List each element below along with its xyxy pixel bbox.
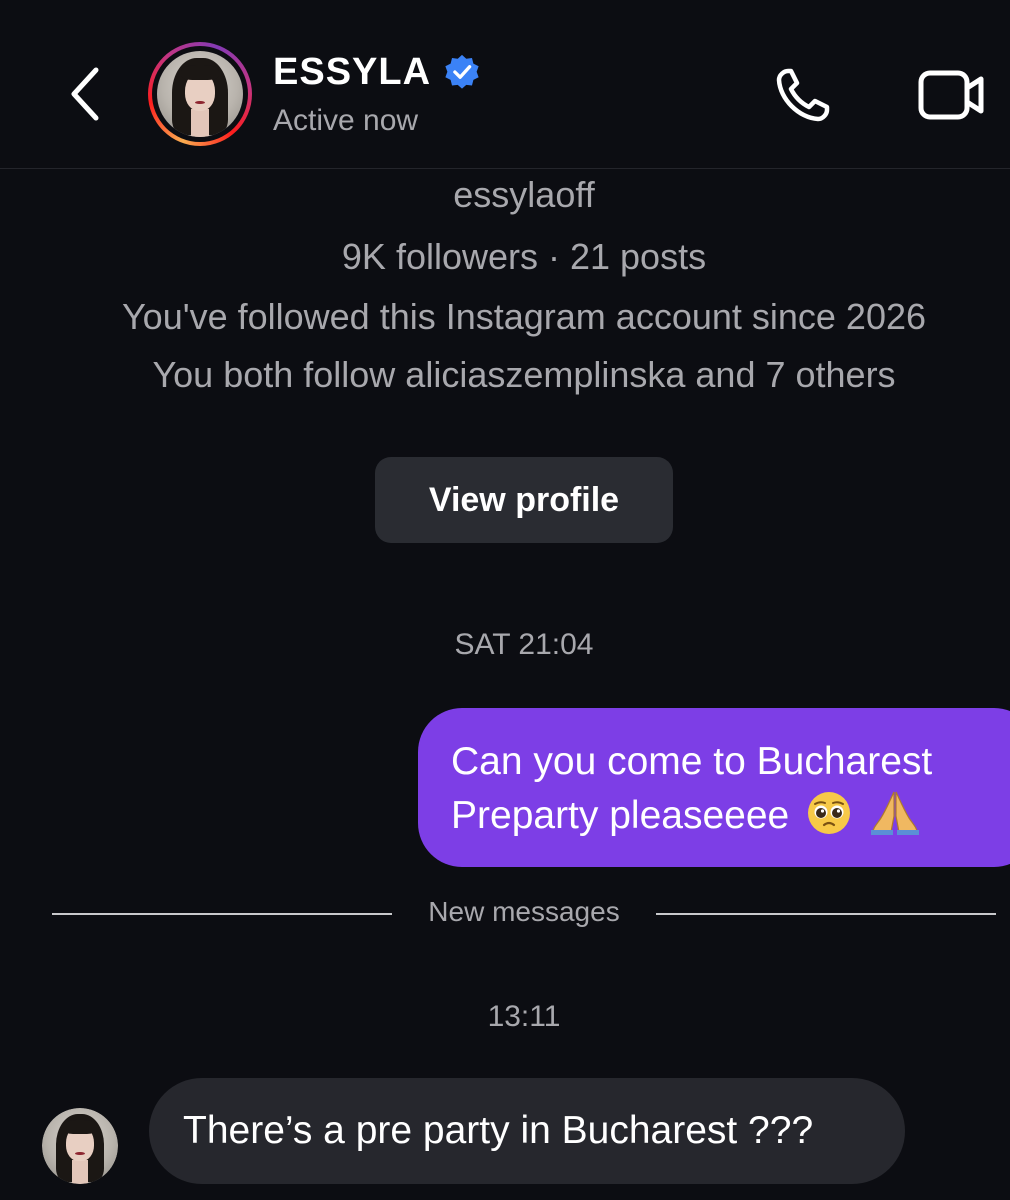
chevron-left-icon	[71, 67, 99, 121]
view-profile-button[interactable]: View profile	[375, 457, 673, 543]
avatar-image	[157, 51, 243, 137]
video-call-button[interactable]	[914, 62, 990, 128]
profile-avatar[interactable]	[148, 42, 252, 146]
sent-message-line-2: Preparty pleaseeee	[451, 788, 1008, 842]
message-timestamp: 13:11	[487, 1000, 561, 1033]
audio-call-button[interactable]	[770, 62, 836, 128]
follow-since-text: You've followed this Instagram account s…	[121, 296, 927, 337]
profile-stats: 9K followers · 21 posts	[341, 236, 707, 277]
new-messages-label: New messages	[428, 896, 620, 927]
message-timestamp: SAT 21:04	[454, 628, 594, 661]
received-message-text: There’s a pre party in Bucharest ???	[183, 1109, 814, 1152]
sender-avatar[interactable]	[42, 1108, 118, 1184]
divider-line	[52, 913, 392, 915]
sent-message-bubble[interactable]: Can you come to Bucharest Preparty pleas…	[418, 708, 1010, 867]
sent-message-line-1: Can you come to Bucharest	[451, 740, 933, 783]
phone-icon	[776, 68, 830, 122]
profile-username: essylaoff	[453, 174, 595, 215]
avatar-image	[42, 1108, 118, 1184]
back-button[interactable]	[58, 60, 114, 128]
video-camera-icon	[918, 70, 984, 120]
received-message-bubble[interactable]: There’s a pre party in Bucharest ???	[149, 1078, 905, 1184]
divider-line	[656, 913, 996, 915]
folded-hands-icon	[870, 791, 919, 835]
new-messages-divider: New messages	[52, 894, 996, 934]
mutual-follows-text: You both follow aliciaszemplinska and 7 …	[152, 354, 896, 395]
contact-name-row[interactable]: ESSYLA	[273, 50, 481, 94]
pleading-face-icon	[808, 792, 851, 834]
contact-name: ESSYLA	[273, 50, 432, 93]
verified-badge-icon	[445, 54, 479, 89]
activity-status: Active now	[273, 104, 419, 137]
chat-header: ESSYLA Active now	[0, 0, 1010, 169]
